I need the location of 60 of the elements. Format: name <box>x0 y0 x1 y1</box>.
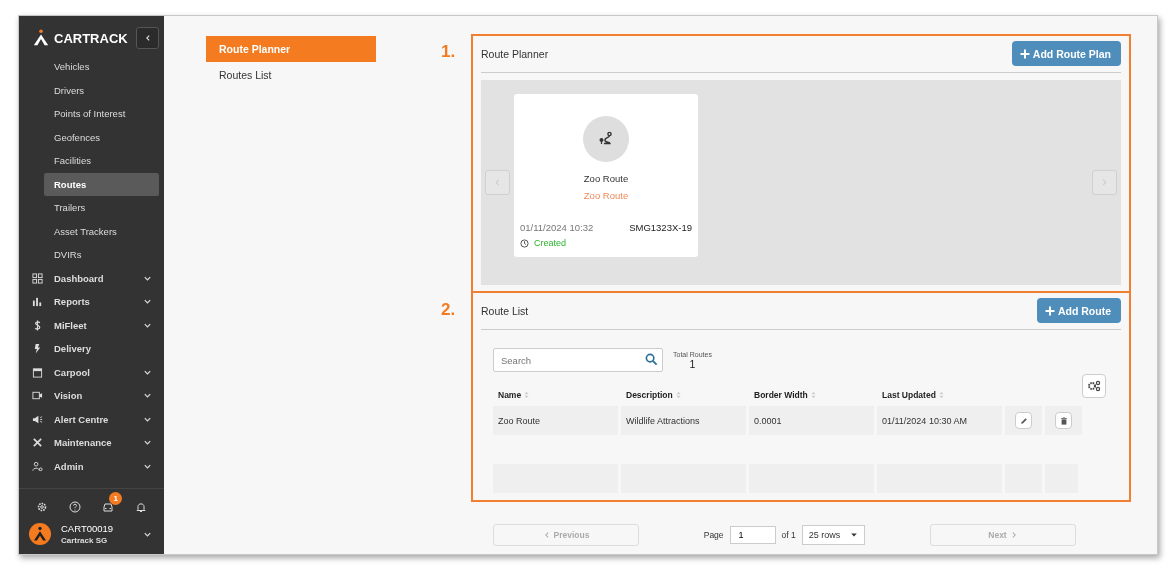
sidebar-subitem[interactable]: Drivers <box>19 78 159 102</box>
sidebar-subitem[interactable]: Vehicles <box>19 55 159 79</box>
sidebar-item-label: Dashboard <box>54 272 105 284</box>
sidebar-subitem[interactable]: Facilities <box>19 149 159 173</box>
table-cell: 01/11/2024 10:30 AM <box>877 406 1002 435</box>
page-count: of 1 <box>781 530 796 540</box>
column-header[interactable]: Last Updated <box>877 384 1002 406</box>
company-name: Cartrack SG <box>61 536 109 545</box>
page-label: Page <box>703 530 724 540</box>
sidebar-item[interactable]: Admin <box>19 454 164 478</box>
route-card[interactable]: Zoo Route Zoo Route 01/11/2024 10:32 SMG1323X-19 Created <box>514 94 698 257</box>
card-subtitle: Zoo Route <box>583 190 629 201</box>
brand-name: CARTRACK <box>54 30 128 46</box>
brand-logo[interactable]: CARTRACK <box>32 29 128 47</box>
notification-badge: 1 <box>109 492 123 505</box>
sidebar-subitem[interactable]: Geofences <box>19 125 159 149</box>
add-route-plan-button[interactable]: Add Route Plan <box>1011 41 1121 66</box>
sidebar-item[interactable]: Delivery <box>19 337 164 361</box>
step-number: 2. <box>441 300 456 320</box>
table-cell: 0.0001 <box>749 406 874 435</box>
card-title: Zoo Route <box>583 173 629 184</box>
sidebar-subitem[interactable]: DVIRs <box>19 243 159 267</box>
sidebar-item[interactable]: Reports <box>19 290 164 314</box>
total-routes-count: 1 <box>689 357 696 370</box>
section-title: Route Planner <box>481 47 549 60</box>
sidebar-item[interactable]: Carpool <box>19 360 164 384</box>
column-header[interactable]: Border Width <box>749 384 874 406</box>
sidebar-item-label: Admin <box>54 460 85 472</box>
sidebar-item[interactable]: Dashboard <box>19 266 164 290</box>
sidebar-item[interactable]: Maintenance <box>19 431 164 455</box>
column-header[interactable]: Name <box>493 384 618 406</box>
sidebar-item[interactable]: Alert Centre <box>19 407 164 431</box>
rows-per-page-select[interactable]: 25 rows <box>801 525 866 545</box>
account-menu[interactable]: CART00019 Cartrack SG <box>19 519 164 549</box>
step-number: 1. <box>441 42 456 62</box>
sidebar-item-label: Reports <box>54 296 91 308</box>
sidebar-item-label: Alert Centre <box>54 413 110 425</box>
sidebar-item-label: Maintenance <box>54 437 113 449</box>
sidebar-item[interactable]: MiFleet <box>19 313 164 337</box>
subnav-tab[interactable]: Routes List <box>206 62 376 88</box>
status-text: Created <box>534 238 567 248</box>
sidebar-subitem[interactable]: Points of Interest <box>19 102 159 126</box>
add-route-button[interactable]: Add Route <box>1036 298 1121 323</box>
column-header[interactable]: Description <box>621 384 746 406</box>
account-id: CART00019 <box>61 523 115 534</box>
sidebar-subitem[interactable]: Routes <box>44 172 159 196</box>
table-cell: Zoo Route <box>493 406 618 435</box>
table-cell: Wildlife Attractions <box>621 406 746 435</box>
section-title: Route List <box>481 304 529 317</box>
sidebar-item[interactable]: Vision <box>19 384 164 408</box>
sidebar-subitem[interactable]: Asset Trackers <box>19 219 159 243</box>
vehicle-id: SMG1323X-19 <box>629 222 692 233</box>
sidebar-item-label: Vision <box>54 390 84 402</box>
sidebar-item-label: MiFleet <box>54 319 88 331</box>
sidebar-subitem[interactable]: Trailers <box>19 196 159 220</box>
sidebar-item-label: Delivery <box>54 343 92 355</box>
page-number-field[interactable]: 1 <box>729 526 776 544</box>
sidebar-item-label: Carpool <box>54 366 91 378</box>
search-field[interactable]: Search <box>493 348 663 372</box>
card-date: 01/11/2024 10:32 <box>520 222 594 233</box>
